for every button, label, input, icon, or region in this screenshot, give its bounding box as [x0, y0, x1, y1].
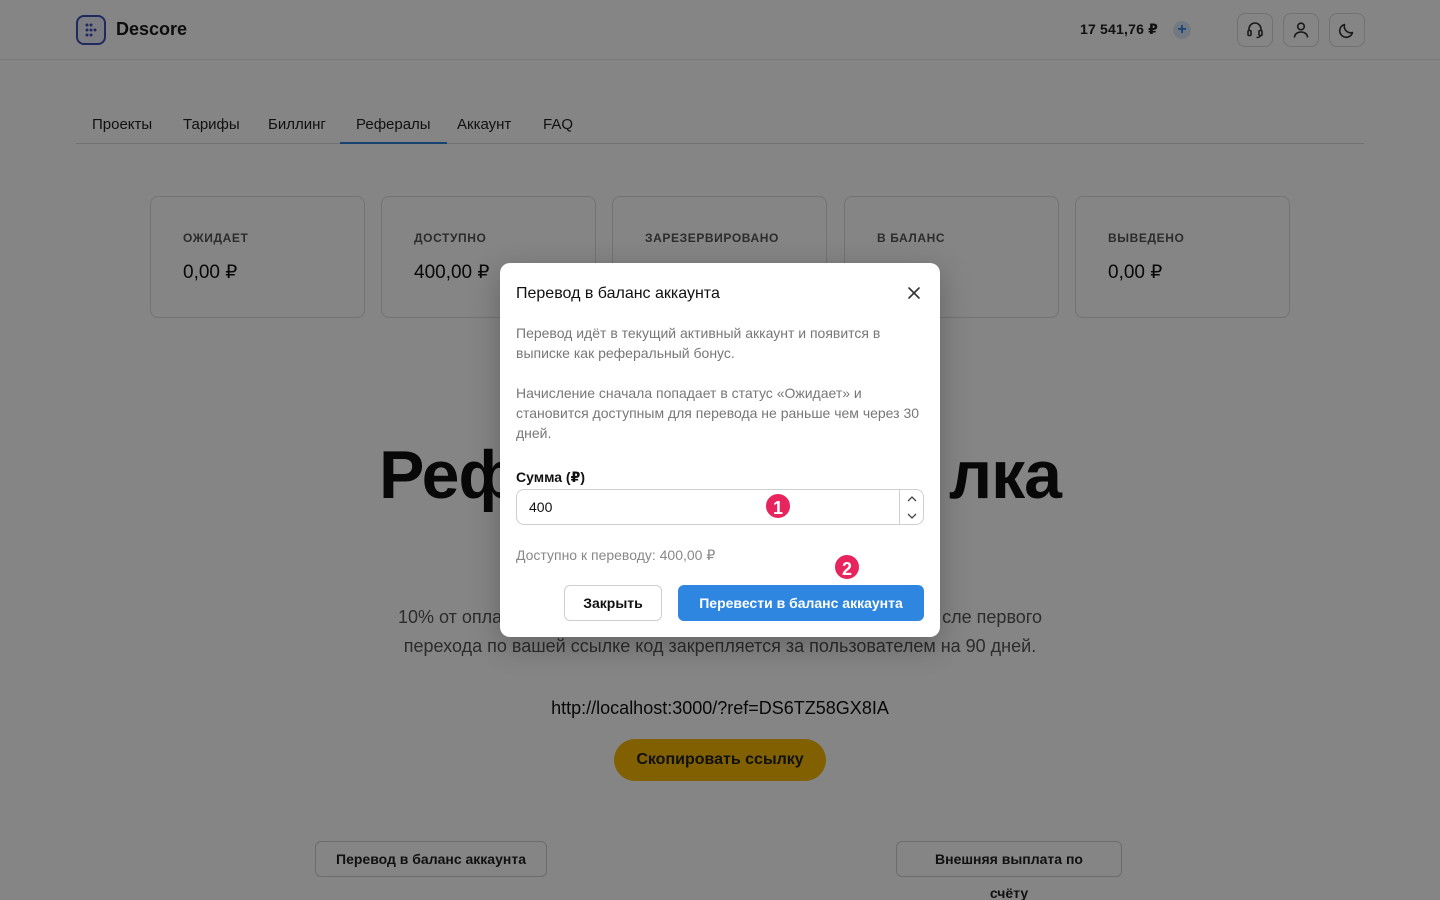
chevron-up-icon [907, 495, 916, 501]
transfer-modal: Перевод в баланс аккаунта Перевод идёт в… [500, 263, 940, 637]
chevron-down-icon [907, 513, 916, 519]
modal-close-button[interactable] [904, 283, 924, 303]
modal-info-text: Перевод идёт в текущий активный аккаунт … [516, 325, 881, 361]
modal-status-text: Начисление сначала попадает в статус «Ож… [516, 385, 920, 441]
close-button[interactable]: Закрыть [564, 585, 662, 621]
decrement-button[interactable] [900, 507, 923, 524]
submit-transfer-button[interactable]: Перевести в баланс аккаунта [678, 585, 924, 621]
amount-label: Сумма (₽) [516, 469, 585, 485]
close-icon [908, 287, 920, 299]
step-marker-2: 2 [833, 553, 861, 581]
modal-title: Перевод в баланс аккаунта [516, 285, 720, 302]
available-amount: Доступно к переводу: 400,00 ₽ [516, 547, 716, 563]
increment-button[interactable] [900, 490, 923, 507]
amount-stepper [899, 490, 923, 524]
amount-input[interactable] [516, 489, 924, 525]
step-marker-1: 1 [764, 492, 792, 520]
